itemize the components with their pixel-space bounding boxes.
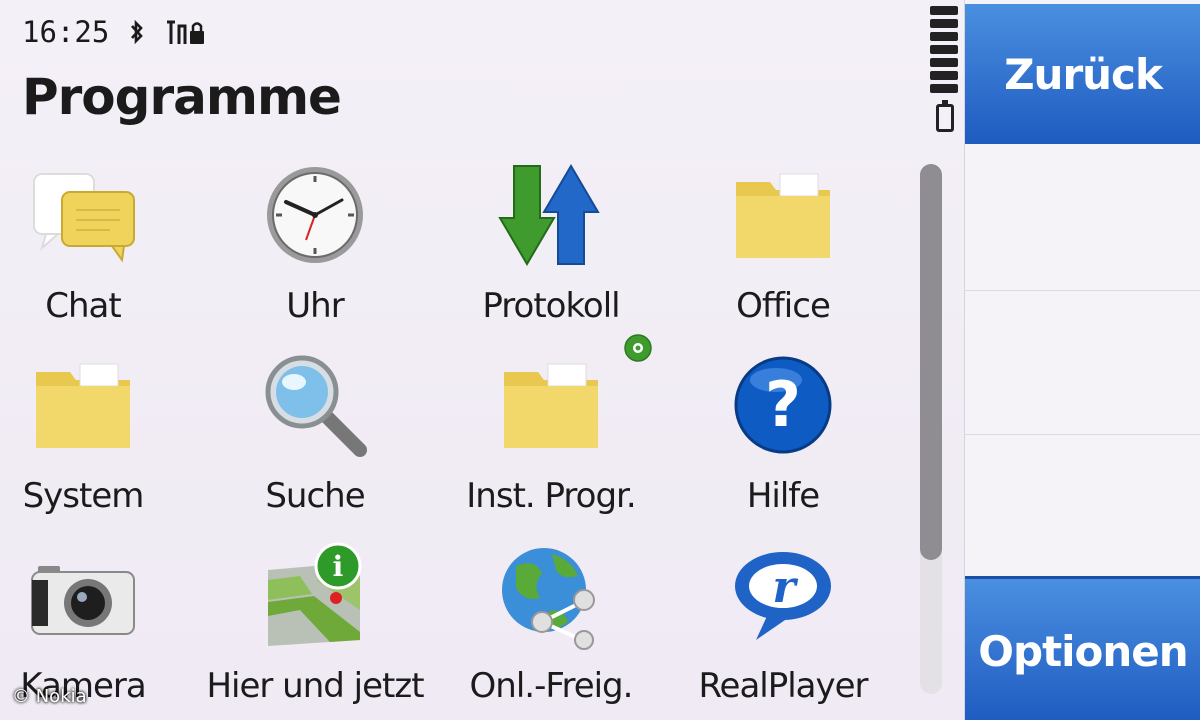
folder-icon [36,363,130,448]
map-info-icon: i [268,542,362,646]
help-icon: ? [734,356,832,454]
clock-icon [267,167,363,263]
chat-icon [33,173,135,263]
new-indicator-icon [624,334,652,362]
app-label: Uhr [286,286,344,326]
app-label: RealPlayer [698,666,868,706]
app-tile-chat[interactable]: Chat [0,160,198,340]
app-label: System [22,476,145,516]
bluetooth-icon [131,20,144,44]
app-label: Protokoll [482,286,620,326]
network-lock-icon [167,20,205,44]
svg-text:i: i [333,550,344,583]
svg-text:?: ? [765,368,801,441]
app-label: Onl.-Freig. [469,666,634,706]
app-label: Inst. Progr. [466,476,636,516]
softkey-divider [965,290,1200,291]
folder-icon [736,173,830,258]
clock-time: 16:25 [22,15,110,49]
options-button[interactable]: Optionen [965,576,1200,720]
app-tile-online-share[interactable]: Onl.-Freig. [436,540,666,720]
log-icon [498,164,600,266]
app-tile-help[interactable]: ? Hilfe [668,350,898,530]
softkey-divider [965,434,1200,435]
folder-icon [504,363,598,448]
app-tile-office[interactable]: Office [668,160,898,340]
app-tile-log[interactable]: Protokoll [436,160,666,340]
realplayer-icon: r [735,552,831,640]
app-screen: 16:25 Programme Chat Uhr Protokoll Offic… [0,0,1200,720]
app-label: Hilfe [746,476,820,516]
scrollbar-thumb[interactable] [920,164,942,560]
app-tile-clock[interactable]: Uhr [200,160,430,340]
camera-icon [31,566,135,635]
search-icon [265,355,367,457]
app-label: Chat [45,286,121,326]
app-tile-realplayer[interactable]: r RealPlayer [668,540,898,720]
app-tile-installed[interactable]: Inst. Progr. [436,334,666,530]
softkey-panel: Zurück Optionen [964,0,1200,720]
app-label: Suche [265,476,365,516]
status-bar: 16:25 [22,12,207,52]
watermark: © Nokia [12,686,87,707]
app-tile-system[interactable]: System [0,350,198,530]
app-label: Office [736,286,831,326]
app-tile-search[interactable]: Suche [200,350,430,530]
battery-icon [936,100,954,132]
app-tile-here-now[interactable]: i Hier und jetzt [200,540,430,720]
globe-share-icon [502,548,595,650]
svg-text:r: r [772,562,798,613]
page-title: Programme [22,68,342,126]
app-label: Hier und jetzt [206,666,424,706]
back-button[interactable]: Zurück [965,4,1200,144]
